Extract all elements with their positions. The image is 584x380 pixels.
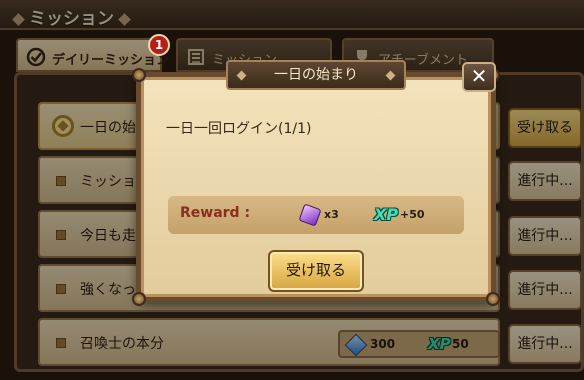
corner-rivet-icon [486,292,500,306]
notification-badge: 1 [148,34,170,56]
reward-label: Reward : [180,205,251,221]
diamond-icon [385,70,396,81]
xp-icon: XP [374,205,399,224]
reward-xp-amount: +50 [400,208,425,221]
popup-reward-bar: Reward : x3 XP +50 [168,196,464,234]
reward-item-quantity: x3 [324,208,339,221]
close-button[interactable]: ✕ [462,62,496,92]
receive-button[interactable]: 受け取る [268,250,364,292]
popup-title-plate: 一日の始まり [226,60,406,90]
diamond-icon [236,70,247,81]
corner-rivet-icon [132,292,146,306]
corner-rivet-icon [132,68,146,82]
popup-description: 一日一回ログイン(1/1) [166,121,312,137]
rune-box-icon [298,203,322,227]
popup-title: 一日の始まり [274,67,358,83]
